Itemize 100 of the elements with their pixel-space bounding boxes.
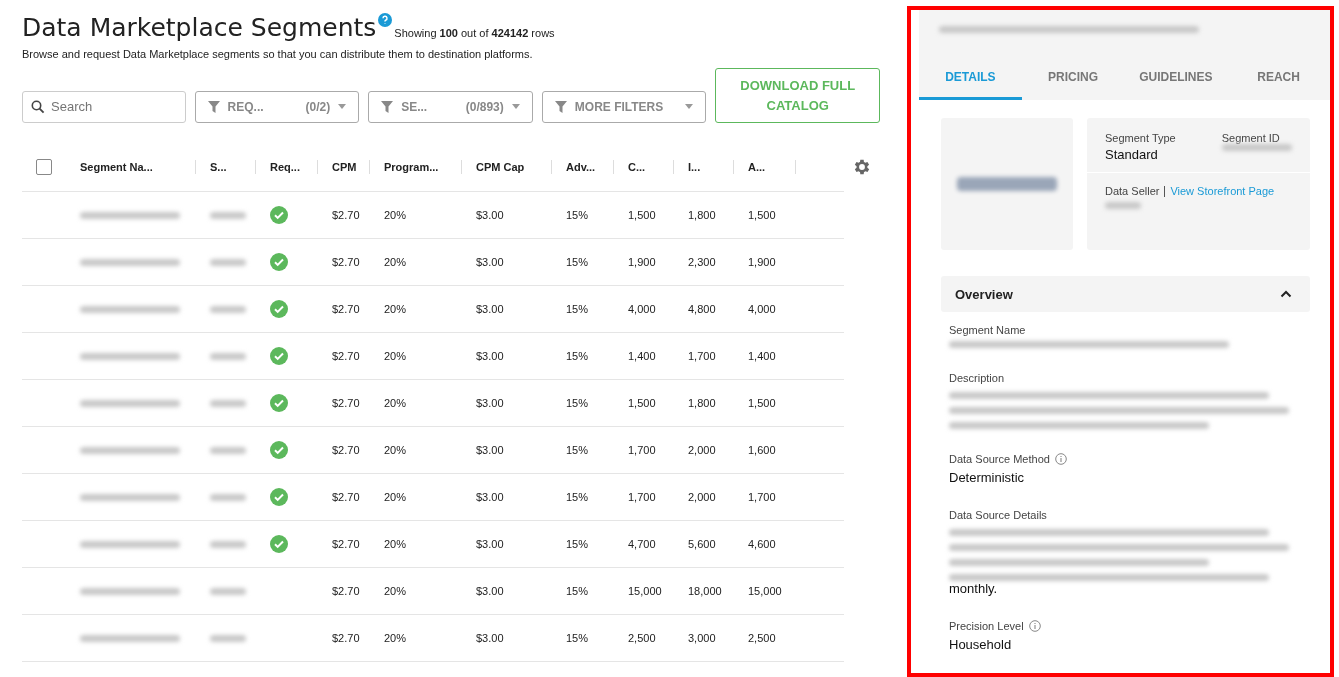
table-cell: 2,500 [748, 632, 776, 644]
table-cell: 5,600 [688, 538, 716, 550]
table-cell: $2.70 [332, 538, 360, 550]
column-header[interactable]: S... [210, 161, 227, 173]
filter-dropdown[interactable]: MORE FILTERS [541, 90, 707, 123]
redacted-text [1221, 144, 1292, 151]
table-cell: 4,700 [628, 538, 656, 550]
column-header[interactable]: I... [688, 161, 701, 173]
redacted-text [210, 352, 246, 360]
table-cell: 20% [384, 491, 407, 503]
table-cell: 20% [384, 209, 407, 221]
redacted-text [210, 305, 246, 313]
table-cell: 20% [384, 350, 407, 362]
filter-icon [381, 100, 394, 113]
field-label: Data Source Details [949, 509, 1047, 521]
tab[interactable]: PRICING [1021, 56, 1125, 100]
info-icon[interactable] [1054, 453, 1067, 465]
table-cell: 1,500 [748, 209, 776, 221]
table-cell: 2,000 [688, 444, 716, 456]
page-description: Browse and request Data Marketplace segments so that you can distribute them to destination platforms. [22, 48, 534, 60]
column-header[interactable]: Program... [384, 161, 439, 173]
field-value: Deterministic [949, 470, 1026, 485]
overview-header[interactable]: Overview [941, 276, 1310, 312]
table-cell: $2.70 [332, 397, 360, 409]
table-cell: 20% [384, 256, 407, 268]
settings-icon[interactable] [852, 157, 872, 177]
table-cell: 15% [566, 350, 589, 362]
table-cell: $3.00 [476, 444, 504, 456]
field-label: Segment Type [1105, 132, 1176, 144]
table-cell: $2.70 [332, 256, 360, 268]
table-cell: 20% [384, 538, 407, 550]
column-header[interactable]: CPM [332, 161, 357, 173]
table-cell: 15,000 [628, 585, 662, 597]
table-cell: 20% [384, 585, 407, 597]
table-cell: 4,000 [748, 303, 776, 315]
filter-dropdown[interactable]: REQ... (0/2) [194, 90, 360, 123]
table-cell: $2.70 [332, 491, 360, 503]
table-cell: 1,500 [748, 397, 776, 409]
field-label: Description [949, 372, 1005, 384]
column-header[interactable]: CPM Cap [476, 161, 525, 173]
tab[interactable]: GUIDELINES [1124, 56, 1228, 100]
table-cell: 4,000 [628, 303, 656, 315]
table-cell: $3.00 [476, 350, 504, 362]
table-cell: 15% [566, 632, 589, 644]
table-cell: 18,000 [688, 585, 722, 597]
table-cell: $2.70 [332, 209, 360, 221]
column-header[interactable]: Req... [270, 161, 300, 173]
table-cell: 15% [566, 397, 589, 409]
table-cell: 4,800 [688, 303, 716, 315]
table-cell: 4,600 [748, 538, 776, 550]
table-cell: 1,900 [628, 256, 656, 268]
search-icon [31, 99, 45, 114]
table-cell: 15% [566, 256, 589, 268]
column-header[interactable]: Adv... [566, 161, 596, 173]
table-cell: 1,700 [688, 350, 716, 362]
help-icon[interactable] [378, 13, 393, 27]
table-cell: 1,900 [748, 256, 776, 268]
table-cell: $2.70 [332, 632, 360, 644]
column-header[interactable]: C... [628, 161, 646, 173]
table-cell: $3.00 [476, 397, 504, 409]
redacted-text [210, 211, 246, 219]
row-count: Showing 100 out of 424142 rows [394, 27, 555, 39]
column-header[interactable]: A... [748, 161, 766, 173]
field-label: Data Seller [1105, 185, 1160, 197]
table-cell: $3.00 [476, 632, 504, 644]
filter-dropdown[interactable]: SE... (0/893) [368, 90, 533, 123]
search-field[interactable]: Search [22, 90, 186, 123]
table-cell: 15% [566, 585, 589, 597]
redacted-text [210, 634, 246, 642]
table-cell: 15% [566, 491, 589, 503]
table-cell: $3.00 [476, 256, 504, 268]
table-cell: 1,700 [748, 491, 776, 503]
table-cell: 1,400 [748, 350, 776, 362]
table-cell: 3,000 [688, 632, 716, 644]
tab[interactable]: REACH [1227, 56, 1330, 100]
redacted-text [210, 258, 246, 266]
field-label: Precision Level [949, 620, 1024, 632]
redacted-text [210, 399, 246, 407]
column-header[interactable]: Segment Na... [80, 161, 153, 173]
table-cell: 20% [384, 397, 407, 409]
table-cell: 2,300 [688, 256, 716, 268]
table-cell: $3.00 [476, 303, 504, 315]
info-icon[interactable] [1028, 620, 1041, 632]
table-cell: 20% [384, 303, 407, 315]
field-value: monthly. [949, 526, 1310, 596]
table-cell: 20% [384, 632, 407, 644]
select-all-checkbox[interactable] [36, 159, 52, 175]
redacted-text [210, 540, 246, 548]
table-cell: 20% [384, 444, 407, 456]
table-cell: 1,700 [628, 444, 656, 456]
table-cell: 15,000 [748, 585, 782, 597]
table-cell: 15% [566, 303, 589, 315]
field-label: Segment Name [949, 324, 1026, 336]
table-cell: 1,800 [688, 397, 716, 409]
table-cell: 2,000 [688, 491, 716, 503]
table-cell: 15% [566, 209, 589, 221]
table-cell: 1,500 [628, 397, 656, 409]
table-cell: 1,400 [628, 350, 656, 362]
field-label: Segment ID [1221, 132, 1281, 144]
table-cell: 1,600 [748, 444, 776, 456]
